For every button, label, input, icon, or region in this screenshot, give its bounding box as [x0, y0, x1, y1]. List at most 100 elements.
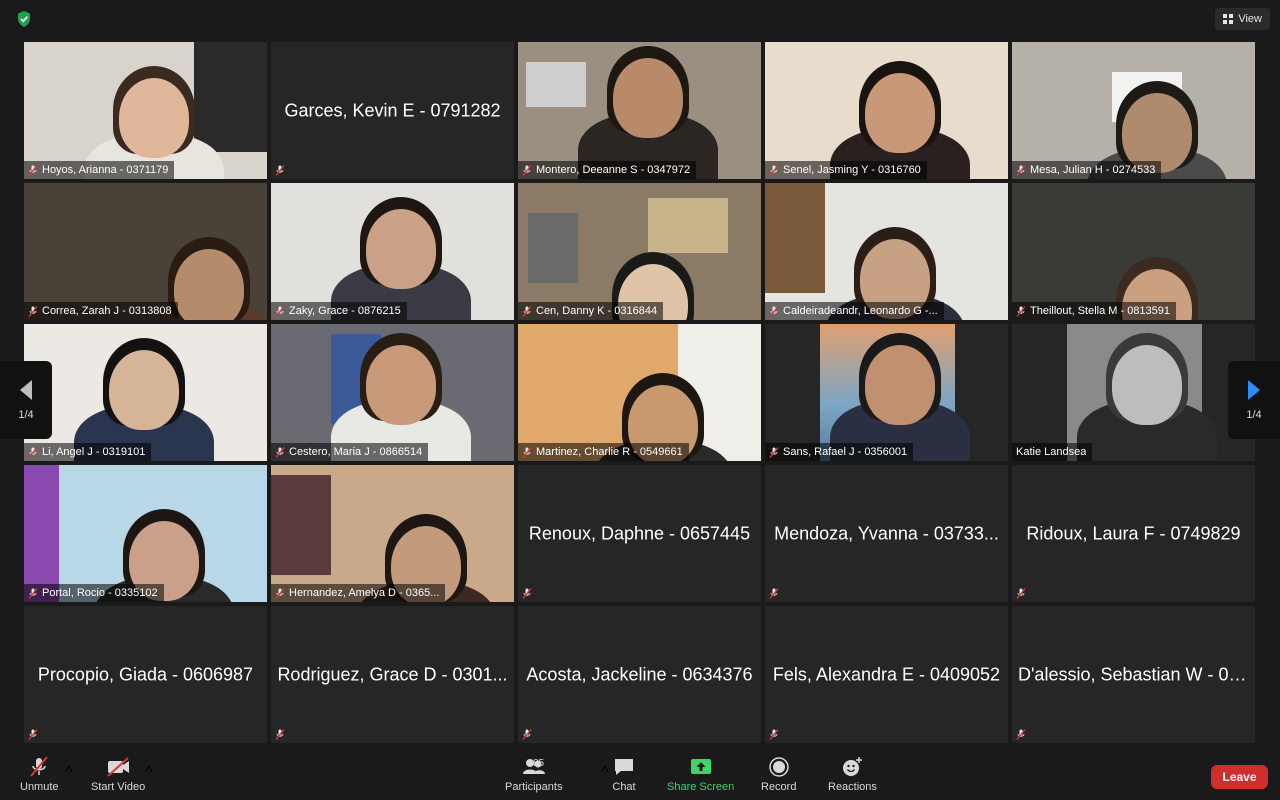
participant-video [24, 42, 267, 179]
participant-video [271, 465, 514, 602]
participant-mute-indicator [765, 725, 785, 743]
participant-tile[interactable]: Correa, Zarah J - 0313808 [24, 183, 267, 320]
participant-tile[interactable]: Martinez, Charlie R - 0549661 [518, 324, 761, 461]
record-button[interactable]: Record [761, 756, 796, 793]
participant-tile[interactable]: Cen, Danny K - 0316844 [518, 183, 761, 320]
participant-tile[interactable]: Renoux, Daphne - 0657445 [518, 465, 761, 602]
participant-name-label: Senel, Jasming Y - 0316760 [765, 161, 927, 179]
previous-page-button[interactable]: 1/4 [0, 361, 52, 439]
video-off-icon [107, 757, 130, 777]
participant-name-label: Katie Landsea [1012, 443, 1093, 461]
participant-video [24, 324, 267, 461]
participant-tile[interactable]: Rodriguez, Grace D - 0301... [271, 606, 514, 743]
participant-mute-indicator [271, 161, 291, 179]
muted-microphone-icon [522, 446, 532, 458]
participant-tile[interactable]: Mendoza, Yvanna - 03733... [765, 465, 1008, 602]
participant-tile[interactable]: Procopio, Giada - 0606987 [24, 606, 267, 743]
participant-video [765, 42, 1008, 179]
participant-tile[interactable]: Fels, Alexandra E - 0409052 [765, 606, 1008, 743]
participant-name: Li, Angel J - 0319101 [42, 446, 146, 458]
participant-video [24, 183, 267, 320]
participant-tile[interactable]: Senel, Jasming Y - 0316760 [765, 42, 1008, 179]
participant-video [271, 183, 514, 320]
muted-microphone-icon [522, 587, 532, 599]
muted-microphone-icon [769, 728, 779, 740]
participants-options-caret[interactable]: ^ [601, 764, 609, 782]
participant-tile[interactable]: Li, Angel J - 0319101 [24, 324, 267, 461]
chat-icon [615, 759, 633, 775]
participant-video [765, 183, 1008, 320]
participant-mute-indicator [1012, 725, 1032, 743]
participant-tile[interactable]: Cestero, Maria J - 0866514 [271, 324, 514, 461]
muted-microphone-icon [769, 305, 779, 317]
unmute-label: Unmute [20, 781, 59, 793]
share-screen-button[interactable]: Share Screen [667, 756, 734, 793]
page-indicator-right: 1/4 [1246, 409, 1262, 421]
participant-name: Mesa, Julian H - 0274533 [1030, 164, 1156, 176]
participant-name: Cestero, Maria J - 0866514 [289, 446, 423, 458]
reactions-label: Reactions [828, 781, 877, 793]
chat-button[interactable]: Chat [611, 756, 637, 793]
muted-microphone-icon [28, 305, 38, 317]
participant-tile[interactable]: Acosta, Jackeline - 0634376 [518, 606, 761, 743]
next-page-button[interactable]: 1/4 [1228, 361, 1280, 439]
gallery-grid: Hoyos, Arianna - 0371179 Garces, Kevin E … [24, 42, 1255, 743]
view-button[interactable]: View [1215, 8, 1270, 30]
participant-tile[interactable]: Garces, Kevin E - 0791282 [271, 42, 514, 179]
participant-name: Martinez, Charlie R - 0549661 [536, 446, 683, 458]
muted-microphone-icon [28, 446, 38, 458]
participant-name: Cen, Danny K - 0316844 [536, 305, 658, 317]
arrow-left-icon [20, 380, 32, 400]
participant-video [271, 324, 514, 461]
participant-name: Garces, Kevin E - 0791282 [284, 100, 501, 120]
participant-name: Theillout, Stella M - 0813591 [1030, 305, 1171, 317]
audio-options-caret[interactable]: ^ [65, 764, 73, 782]
participant-name: Fels, Alexandra E - 0409052 [772, 664, 1001, 684]
participant-video [1012, 42, 1255, 179]
participant-tile[interactable]: Sans, Rafael J - 0356001 [765, 324, 1008, 461]
microphone-muted-icon [30, 756, 49, 777]
start-video-button[interactable]: Start Video [91, 756, 145, 793]
reactions-button[interactable]: Reactions [828, 756, 877, 793]
participant-name-label: Cestero, Maria J - 0866514 [271, 443, 429, 461]
participant-tile[interactable]: Hoyos, Arianna - 0371179 [24, 42, 267, 179]
participants-count: 85 [533, 758, 545, 769]
video-options-caret[interactable]: ^ [145, 764, 153, 782]
muted-microphone-icon [1016, 305, 1026, 317]
leave-button[interactable]: Leave [1211, 765, 1268, 789]
participant-video [24, 465, 267, 602]
participant-tile[interactable]: Mesa, Julian H - 0274533 [1012, 42, 1255, 179]
participant-tile[interactable]: Montero, Deeanne S - 0347972 [518, 42, 761, 179]
meeting-toolbar: Unmute ^ Start Video ^ 85 Participants ^ [0, 752, 1280, 800]
muted-microphone-icon [275, 446, 285, 458]
participant-name: Hoyos, Arianna - 0371179 [42, 164, 169, 176]
participant-name: Montero, Deeanne S - 0347972 [536, 164, 691, 176]
participant-tile[interactable]: Theillout, Stella M - 0813591 [1012, 183, 1255, 320]
participants-button[interactable]: 85 Participants [505, 756, 562, 793]
participant-name: Katie Landsea [1016, 446, 1087, 458]
participant-name-label: Li, Angel J - 0319101 [24, 443, 152, 461]
participant-name: Acosta, Jackeline - 0634376 [526, 664, 753, 684]
participant-tile[interactable]: D'alessio, Sebastian W - 04... [1012, 606, 1255, 743]
participant-tile[interactable]: Katie Landsea [1012, 324, 1255, 461]
participants-label: Participants [505, 781, 563, 793]
participant-name-label: Correa, Zarah J - 0313808 [24, 302, 178, 320]
unmute-button[interactable]: Unmute [20, 756, 59, 793]
participant-name-label: Cen, Danny K - 0316844 [518, 302, 664, 320]
participant-name-label: Hernandez, Amelya D - 0365... [271, 584, 446, 602]
participant-tile[interactable]: Caldeiradeandr, Leonardo G -... [765, 183, 1008, 320]
participant-tile[interactable]: Ridoux, Laura F - 0749829 [1012, 465, 1255, 602]
participant-tile[interactable]: Hernandez, Amelya D - 0365... [271, 465, 514, 602]
participant-mute-indicator [518, 725, 538, 743]
grid-icon [1223, 14, 1234, 24]
participant-name-label: Hoyos, Arianna - 0371179 [24, 161, 175, 179]
muted-microphone-icon [275, 728, 285, 740]
participant-tile[interactable]: Portal, Rocio - 0335102 [24, 465, 267, 602]
muted-microphone-icon [275, 587, 285, 599]
participant-name: Portal, Rocio - 0335102 [42, 587, 158, 599]
participant-tile[interactable]: Zaky, Grace - 0876215 [271, 183, 514, 320]
reactions-icon [843, 757, 863, 776]
participant-name: Zaky, Grace - 0876215 [289, 305, 401, 317]
muted-microphone-icon [522, 164, 532, 176]
security-shield-icon[interactable] [14, 9, 34, 29]
